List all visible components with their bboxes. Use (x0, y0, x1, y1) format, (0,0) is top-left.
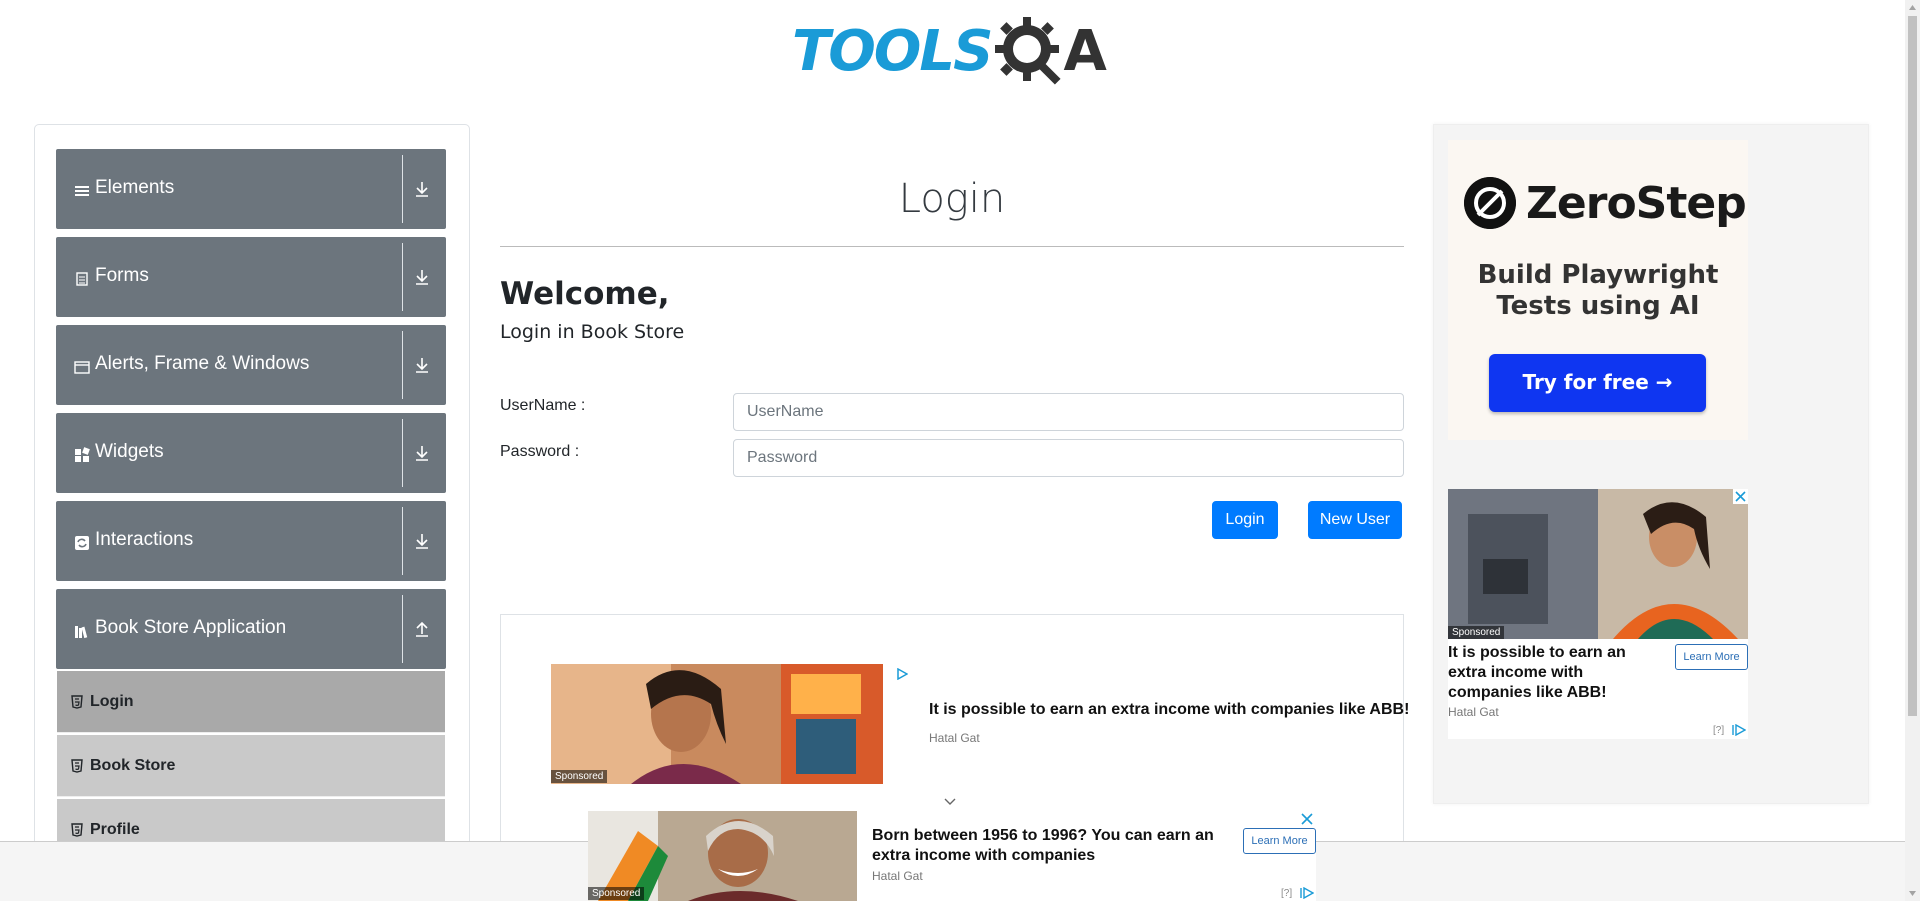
divider (402, 507, 403, 575)
window-icon (74, 361, 90, 374)
adchoices-icon[interactable] (1300, 887, 1314, 899)
zerostep-cta-button[interactable]: Try for free → (1489, 354, 1706, 412)
toolsqa-logo[interactable]: TOOLS A (792, 14, 1116, 90)
upload-arrow-icon[interactable] (412, 619, 432, 639)
title-divider (500, 246, 1404, 247)
adchoices-icon[interactable] (1732, 724, 1746, 736)
sidebar-group-label: Widgets (95, 441, 164, 462)
welcome-heading: Welcome, (500, 276, 670, 312)
scrollbar-thumb[interactable] (1908, 16, 1917, 716)
zerostep-tagline-line1: Build Playwright (1477, 260, 1719, 290)
document-icon (76, 272, 88, 286)
logo-text: TOOLS (792, 19, 993, 84)
interactions-icon (75, 536, 89, 550)
sticky-ad-title[interactable]: Born between 1956 to 1996? You can earn … (872, 826, 1232, 866)
sponsored-badge: Sponsored (588, 887, 645, 900)
sidebar-group-bookstore[interactable]: Book Store Application (56, 589, 446, 669)
learn-more-button[interactable]: Learn More (1243, 828, 1316, 854)
zerostep-tagline-line2: Tests using AI (1496, 291, 1700, 321)
ad-info-link[interactable]: [?] (1713, 725, 1724, 736)
sidebar-group-interactions[interactable]: Interactions (56, 501, 446, 581)
sidebar-item-book-store[interactable]: Book Store (57, 735, 445, 797)
ad-title[interactable]: It is possible to earn an extra income w… (929, 701, 1409, 719)
divider (402, 419, 403, 487)
learn-more-button[interactable]: Learn More (1675, 644, 1748, 670)
logo-suffix: A (1063, 19, 1107, 84)
sidebar-group-forms[interactable]: Forms (56, 237, 446, 317)
divider (402, 243, 403, 311)
sidebar-item-label: Book Store (90, 757, 176, 774)
chevron-down-icon[interactable] (943, 795, 957, 809)
ad-source: Hatal Gat (929, 731, 980, 745)
password-input[interactable] (733, 439, 1404, 477)
sidebar-group-alerts[interactable]: Alerts, Frame & Windows (56, 325, 446, 405)
divider (402, 331, 403, 399)
ad-image[interactable] (551, 664, 883, 784)
sidebar-item-login[interactable]: Login (57, 671, 445, 733)
page: TOOLS A Elements Forms Alerts, Frame & W… (0, 0, 1920, 901)
username-input[interactable] (733, 393, 1404, 431)
welcome-subheading: Login in Book Store (500, 321, 685, 343)
books-icon (75, 626, 88, 639)
gear-magnifier-icon (995, 17, 1061, 85)
side-ad-title[interactable]: It is possible to earn an extra income w… (1448, 643, 1663, 703)
sponsored-badge: Sponsored (1448, 626, 1505, 639)
menu-icon (75, 186, 89, 196)
adchoices-icon[interactable] (896, 668, 908, 680)
sidebar-group-label: Interactions (95, 529, 194, 550)
download-arrow-icon[interactable] (412, 531, 432, 551)
sidebar-item-label: Profile (90, 821, 140, 838)
zerostep-brand: ZeroStep (1526, 178, 1747, 229)
sidebar-group-elements[interactable]: Elements (56, 149, 446, 229)
html5-icon (71, 759, 83, 773)
side-ad-image[interactable] (1448, 489, 1748, 639)
close-icon[interactable] (1300, 812, 1314, 826)
sidebar-group-label: Elements (95, 177, 175, 198)
widgets-icon (75, 447, 90, 462)
zerostep-logo-icon (1464, 177, 1516, 229)
download-arrow-icon[interactable] (412, 179, 432, 199)
sponsored-badge: Sponsored (551, 770, 608, 783)
download-arrow-icon[interactable] (412, 355, 432, 375)
side-ad-source: Hatal Gat (1448, 705, 1499, 719)
sidebar-group-label: Forms (95, 265, 149, 286)
login-button[interactable]: Login (1212, 501, 1278, 539)
scroll-up-arrow-icon[interactable] (1908, 3, 1917, 12)
sidebar-group-widgets[interactable]: Widgets (56, 413, 446, 493)
zerostep-tagline: Build Playwright Tests using AI (1448, 260, 1748, 322)
sticky-ad-source: Hatal Gat (872, 869, 923, 883)
html5-icon (71, 823, 83, 837)
new-user-button[interactable]: New User (1308, 501, 1402, 539)
sidebar: Elements Forms Alerts, Frame & Windows W… (34, 124, 470, 901)
username-label: UserName : (500, 397, 586, 414)
close-icon[interactable] (1733, 489, 1748, 504)
scroll-down-arrow-icon[interactable] (1908, 889, 1917, 898)
page-title: Login (898, 176, 1006, 222)
download-arrow-icon[interactable] (412, 267, 432, 287)
password-label: Password : (500, 443, 580, 460)
divider (402, 595, 403, 663)
sidebar-item-label: Login (90, 693, 134, 710)
ad-info-link[interactable]: [?] (1281, 888, 1292, 899)
download-arrow-icon[interactable] (412, 443, 432, 463)
sidebar-group-label: Book Store Application (95, 617, 287, 638)
sidebar-group-label: Alerts, Frame & Windows (95, 353, 310, 374)
html5-icon (71, 695, 83, 709)
divider (402, 155, 403, 223)
